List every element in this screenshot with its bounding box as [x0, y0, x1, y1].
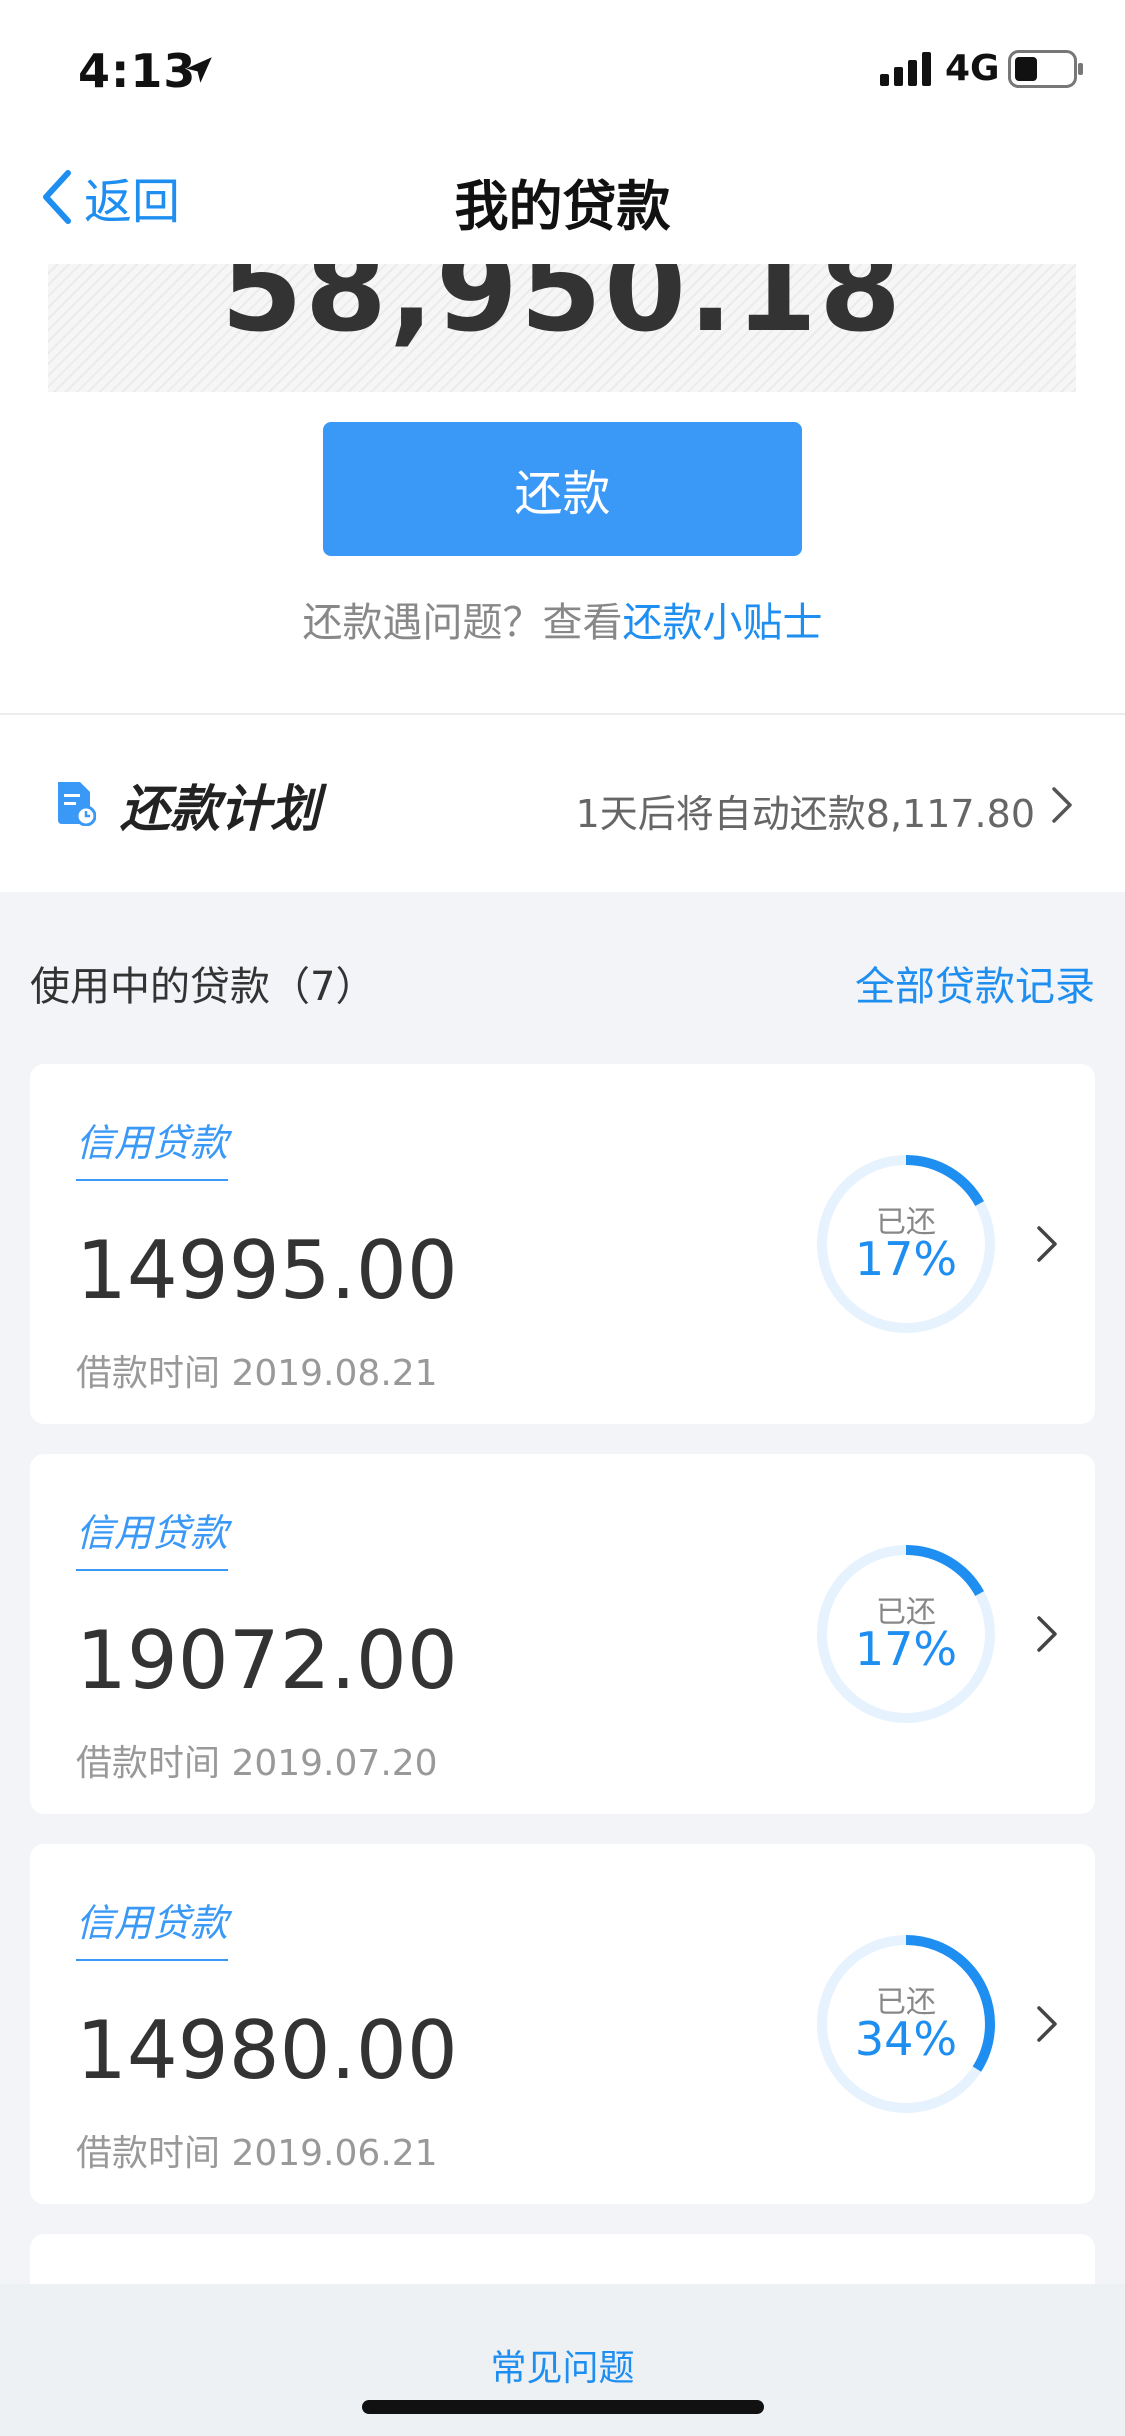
signal-icon: [880, 52, 931, 86]
outstanding-amount: 58,950.18: [220, 264, 904, 358]
faq-link[interactable]: 常见问题: [0, 2339, 1125, 2391]
loan-type: 信用贷款: [76, 1502, 229, 1571]
loan-date: 借款时间 2019.07.20: [76, 1743, 438, 1784]
repay-plan-row[interactable]: 还款计划 1天后将自动还款8,117.80: [0, 715, 1125, 892]
loan-date: 借款时间 2019.08.21: [76, 1353, 438, 1394]
repaid-percent: 17%: [854, 1622, 958, 1676]
repay-button[interactable]: 还款: [323, 422, 802, 556]
active-loans-title: 使用中的贷款（7）: [30, 964, 376, 1010]
repaid-percent: 34%: [854, 2012, 958, 2066]
all-loan-records-link[interactable]: 全部贷款记录: [855, 954, 1095, 1012]
battery-icon: [1008, 50, 1083, 88]
repay-tips-prefix: 还款遇问题？查看: [302, 600, 623, 646]
status-bar: 4:13 4G: [0, 0, 1125, 132]
loan-type: 信用贷款: [76, 1892, 229, 1961]
nav-bar: 返回 我的贷款: [0, 132, 1125, 262]
loan-type: 信用贷款: [76, 1112, 229, 1181]
page-title: 我的贷款: [454, 175, 671, 238]
location-arrow-icon: [186, 57, 212, 83]
chevron-right-icon: [1052, 787, 1072, 823]
footer: 常见问题: [0, 2284, 1125, 2436]
repay-tips-link[interactable]: 还款小贴士: [623, 600, 823, 646]
loan-amount: 14995.00: [76, 1224, 458, 1317]
loan-card-partial[interactable]: [30, 2234, 1095, 2284]
repay-plan-info: 1天后将自动还款8,117.80: [575, 792, 1035, 836]
status-time: 4:13: [78, 44, 197, 98]
loan-card[interactable]: 信用贷款 14995.00 借款时间 2019.08.21 已还 17%: [30, 1064, 1095, 1424]
loan-date: 借款时间 2019.06.21: [76, 2133, 438, 2174]
repay-plan-title: 还款计划: [120, 780, 320, 838]
loan-card[interactable]: 信用贷款 19072.00 借款时间 2019.07.20 已还 17%: [30, 1454, 1095, 1814]
loan-amount: 14980.00: [76, 2004, 458, 2097]
outstanding-amount-box: 58,950.18: [48, 264, 1076, 392]
network-type: 4G: [945, 48, 1000, 89]
repaid-percent: 17%: [854, 1232, 958, 1286]
loan-card[interactable]: 信用贷款 14980.00 借款时间 2019.06.21 已还 34%: [30, 1844, 1095, 2204]
chevron-right-icon: [1037, 1616, 1057, 1652]
repay-tips: 还款遇问题？查看还款小贴士: [0, 590, 1125, 648]
document-clock-icon: [58, 782, 96, 826]
loan-amount: 19072.00: [76, 1614, 458, 1707]
chevron-right-icon: [1037, 2006, 1057, 2042]
chevron-right-icon: [1037, 1226, 1057, 1262]
home-indicator: [362, 2400, 764, 2414]
